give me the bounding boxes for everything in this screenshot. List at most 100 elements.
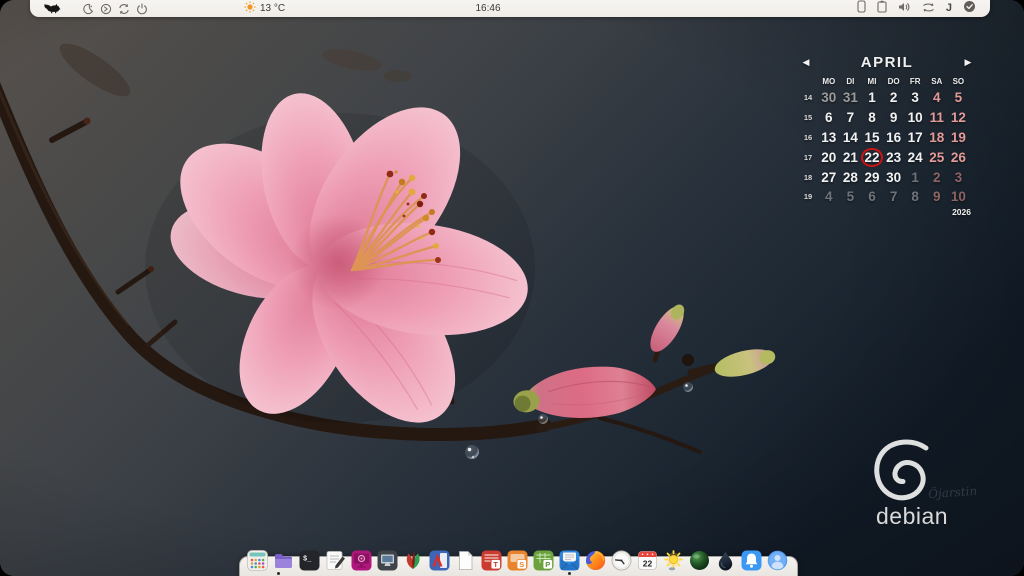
calendar-day[interactable]: 15 bbox=[861, 128, 883, 148]
shutdown-icon[interactable] bbox=[136, 3, 148, 15]
calendar-day[interactable]: 7 bbox=[840, 108, 862, 128]
calendar-day[interactable]: 3 bbox=[948, 167, 970, 187]
clock-app-icon[interactable] bbox=[610, 549, 633, 572]
clipboard-icon[interactable] bbox=[877, 0, 887, 18]
calendar-day[interactable]: 5 bbox=[840, 187, 862, 207]
calendar-day[interactable]: 9 bbox=[883, 108, 905, 128]
calendar-day[interactable]: 4 bbox=[818, 187, 840, 207]
calendar-day[interactable]: 13 bbox=[818, 128, 840, 148]
calendar-day[interactable]: 28 bbox=[840, 167, 862, 187]
calendar-day[interactable]: 2 bbox=[883, 88, 905, 108]
calendar-day[interactable]: 18 bbox=[926, 128, 948, 148]
calendar-day-header: MO bbox=[818, 74, 840, 88]
calendar-day[interactable]: 25 bbox=[926, 147, 948, 167]
pdf-reader-icon[interactable] bbox=[428, 549, 451, 572]
transfer-arrows-icon[interactable] bbox=[922, 0, 935, 18]
calendar-day[interactable]: 11 bbox=[926, 108, 948, 128]
debian-wordmark: debian bbox=[876, 503, 948, 529]
calendar-widget: ◀ APRIL ▶ MODIMIDOFRSASO1430311234515678… bbox=[798, 50, 976, 207]
weather-app-icon[interactable] bbox=[662, 549, 685, 572]
clock-label[interactable]: 16:46 bbox=[458, 0, 518, 17]
calendar-day[interactable]: 3 bbox=[904, 88, 926, 108]
calendar-week-number: 15 bbox=[798, 108, 818, 128]
calendar-day-header: FR bbox=[904, 74, 926, 88]
calendar-day[interactable]: 14 bbox=[840, 128, 862, 148]
svg-text:S: S bbox=[519, 560, 524, 569]
desktop: debian Öjarstin bbox=[0, 0, 1024, 576]
volume-icon[interactable] bbox=[898, 0, 911, 18]
contacts-icon[interactable] bbox=[766, 549, 789, 572]
calendar-day[interactable]: 27 bbox=[818, 167, 840, 187]
calendar-day[interactable]: 8 bbox=[861, 108, 883, 128]
weather-applet[interactable]: 13 °C bbox=[244, 0, 285, 17]
calendar-day[interactable]: 29 bbox=[861, 167, 883, 187]
night-mode-icon[interactable] bbox=[82, 3, 94, 15]
restart-icon[interactable] bbox=[118, 3, 130, 15]
calendar-next-month-button[interactable]: ▶ bbox=[960, 57, 976, 68]
calendar-day[interactable]: 5 bbox=[948, 88, 970, 108]
calendar-day[interactable]: 1 bbox=[861, 88, 883, 108]
mail-icon[interactable] bbox=[558, 549, 581, 572]
calendar-day-header: MI bbox=[861, 74, 883, 88]
calendar-app-icon[interactable]: 22 bbox=[636, 549, 659, 572]
calendar-day[interactable]: 31 bbox=[840, 88, 862, 108]
svg-text:22: 22 bbox=[643, 559, 653, 569]
calendar-day[interactable]: 24 bbox=[904, 147, 926, 167]
water-drop-icon[interactable] bbox=[714, 549, 737, 572]
app-launcher-icon[interactable] bbox=[246, 549, 269, 572]
calendar-day[interactable]: 2 bbox=[926, 167, 948, 187]
calendar-day[interactable]: 16 bbox=[883, 128, 905, 148]
presentations-icon[interactable]: S bbox=[506, 549, 529, 572]
calendar-day[interactable]: 9 bbox=[926, 187, 948, 207]
planmaker-icon[interactable]: P bbox=[532, 549, 555, 572]
terminal-icon[interactable]: $_ bbox=[298, 549, 321, 572]
text-editor-icon[interactable] bbox=[324, 549, 347, 572]
file-manager-icon[interactable] bbox=[272, 549, 295, 572]
firefox-icon[interactable] bbox=[584, 549, 607, 572]
calendar-week-number: 19 bbox=[798, 187, 818, 207]
phone-icon[interactable] bbox=[857, 0, 866, 18]
updates-check-icon[interactable] bbox=[963, 0, 976, 18]
svg-text:$_: $_ bbox=[303, 556, 312, 564]
calendar-day-header: DO bbox=[883, 74, 905, 88]
calendar-week-number: 16 bbox=[798, 128, 818, 148]
weather-temp: 13 °C bbox=[260, 3, 285, 14]
calendar-prev-month-button[interactable]: ◀ bbox=[798, 57, 814, 68]
calendar-day[interactable]: 7 bbox=[883, 187, 905, 207]
calendar-day[interactable]: 4 bbox=[926, 88, 948, 108]
screenshot-tool-icon[interactable] bbox=[350, 549, 373, 572]
running-indicator bbox=[277, 572, 280, 575]
textmaker-icon[interactable]: T bbox=[480, 549, 503, 572]
calendar-day[interactable]: 10 bbox=[904, 108, 926, 128]
calendar-day[interactable]: 1 bbox=[904, 167, 926, 187]
calendar-day[interactable]: 10 bbox=[948, 187, 970, 207]
calendar-day[interactable]: 12 bbox=[948, 108, 970, 128]
logout-icon[interactable] bbox=[100, 3, 112, 15]
calendar-day[interactable]: 6 bbox=[818, 108, 840, 128]
calendar-day-today[interactable]: 22 bbox=[861, 147, 883, 167]
calendar-week-number: 14 bbox=[798, 88, 818, 108]
calendar-day[interactable]: 30 bbox=[883, 167, 905, 187]
calendar-day[interactable]: 30 bbox=[818, 88, 840, 108]
calendar-corner bbox=[798, 74, 818, 88]
calendar-day[interactable]: 26 bbox=[948, 147, 970, 167]
calendar-day[interactable]: 23 bbox=[883, 147, 905, 167]
calendar-day[interactable]: 17 bbox=[904, 128, 926, 148]
blank-document-icon[interactable] bbox=[454, 549, 477, 572]
cat-icon[interactable] bbox=[43, 0, 61, 17]
sun-icon bbox=[244, 1, 256, 16]
calendar-day[interactable]: 8 bbox=[904, 187, 926, 207]
calendar-month-title: APRIL bbox=[814, 54, 960, 71]
calendar-day[interactable]: 19 bbox=[948, 128, 970, 148]
jdownloader-icon[interactable]: J bbox=[946, 3, 952, 14]
notifications-icon[interactable] bbox=[740, 549, 763, 572]
system-monitor-icon[interactable] bbox=[376, 549, 399, 572]
today-ring: 22 bbox=[861, 148, 883, 167]
top-panel: 13 °C 16:46 bbox=[30, 0, 990, 17]
calendar-day[interactable]: 21 bbox=[840, 147, 862, 167]
calendar-day[interactable]: 20 bbox=[818, 147, 840, 167]
calendar-day[interactable]: 6 bbox=[861, 187, 883, 207]
calendar-day-header: SA bbox=[926, 74, 948, 88]
green-globe-icon[interactable] bbox=[688, 549, 711, 572]
photo-editor-leaf-icon[interactable] bbox=[402, 549, 425, 572]
